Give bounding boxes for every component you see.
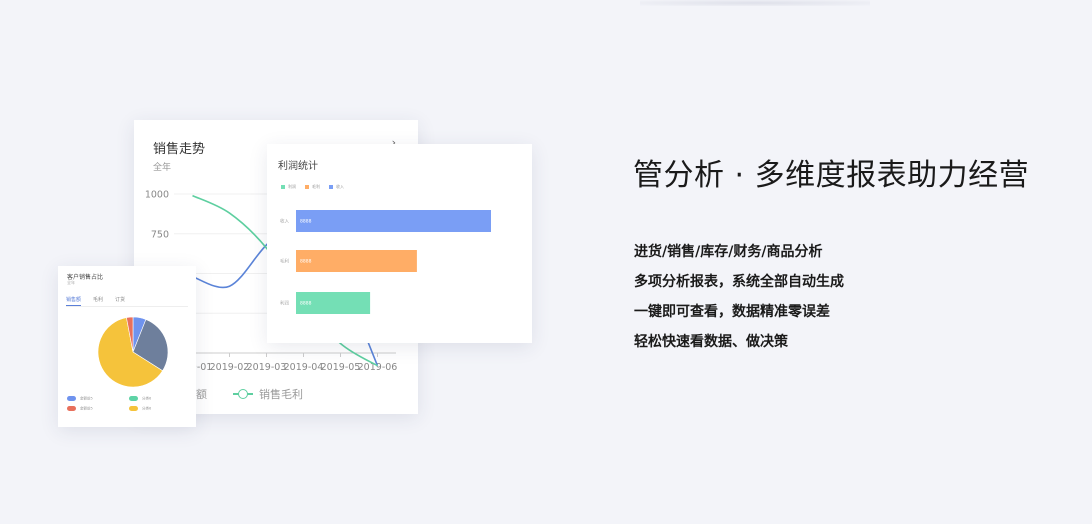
x-tick-label: 2019-04 [284, 362, 324, 373]
y-tick-label: 1000 [145, 190, 169, 201]
legend-pill-icon [129, 396, 138, 401]
profit-bar [296, 210, 491, 232]
legend-pill-icon [67, 405, 76, 411]
profit-stats-card: 利润统计 利润 毛利 收入 收入 8888 毛利 8888 利润 8888 [267, 144, 532, 343]
customer-share-legend: 金额前5 分类6 金额前5 分类6 [67, 396, 191, 411]
legend-pill-icon [129, 405, 138, 411]
bar-category-label: 利润 [280, 300, 289, 307]
feature-item: 轻松快速看数据、做决策 [634, 334, 788, 350]
pie-legend-item: 分类6 [129, 396, 191, 402]
pie-legend-label: 分类6 [142, 396, 152, 401]
pie-legend-item: 金额前5 [67, 405, 129, 412]
legend-pill-icon [67, 396, 76, 401]
legend-item-gross[interactable]: 销售毛利 [233, 386, 303, 402]
legend-line-circle-icon [233, 389, 253, 399]
pie-legend-item: 金额前5 [67, 396, 129, 402]
pie-legend-label: 分类6 [142, 406, 152, 410]
pie-legend-label: 金额前5 [80, 406, 93, 410]
x-tick-label: 2019-02 [210, 362, 250, 373]
x-tick-label: 2019-05 [321, 362, 361, 373]
profit-bar-chart: 收入 8888 毛利 8888 利润 8888 [280, 210, 491, 314]
hero-headline: 管分析 · 多维度报表助力经营 [633, 158, 1030, 193]
hero-feature-list: 进货/销售/库存/财务/商品分析 多项分析报表，系统全部自动生成 一键即可查看，… [634, 242, 844, 362]
legend-label-gross: 销售毛利 [259, 388, 303, 401]
bar-value-label: 8888 [300, 259, 312, 265]
y-tick-label: 750 [151, 229, 169, 240]
profit-bar [296, 250, 417, 272]
feature-item: 多项分析报表，系统全部自动生成 [634, 274, 844, 290]
feature-item: 一键即可查看，数据精准零误差 [634, 304, 830, 320]
x-tick-label: 2019-03 [247, 362, 287, 373]
bar-value-label: 8888 [300, 219, 312, 225]
customer-share-card: 客户销售占比 全年 销售额 毛利 订货 金额前5 分类6 金额前5 分类6 [58, 266, 196, 427]
pie-legend-label: 金额前5 [80, 396, 93, 401]
bar-category-label: 收入 [280, 218, 289, 225]
pie-legend-item: 分类6 [129, 405, 191, 412]
top-glow-decoration [640, 0, 870, 6]
feature-item: 进货/销售/库存/财务/商品分析 [634, 244, 823, 260]
bar-value-label: 8888 [300, 301, 312, 307]
bar-category-label: 毛利 [280, 258, 289, 265]
